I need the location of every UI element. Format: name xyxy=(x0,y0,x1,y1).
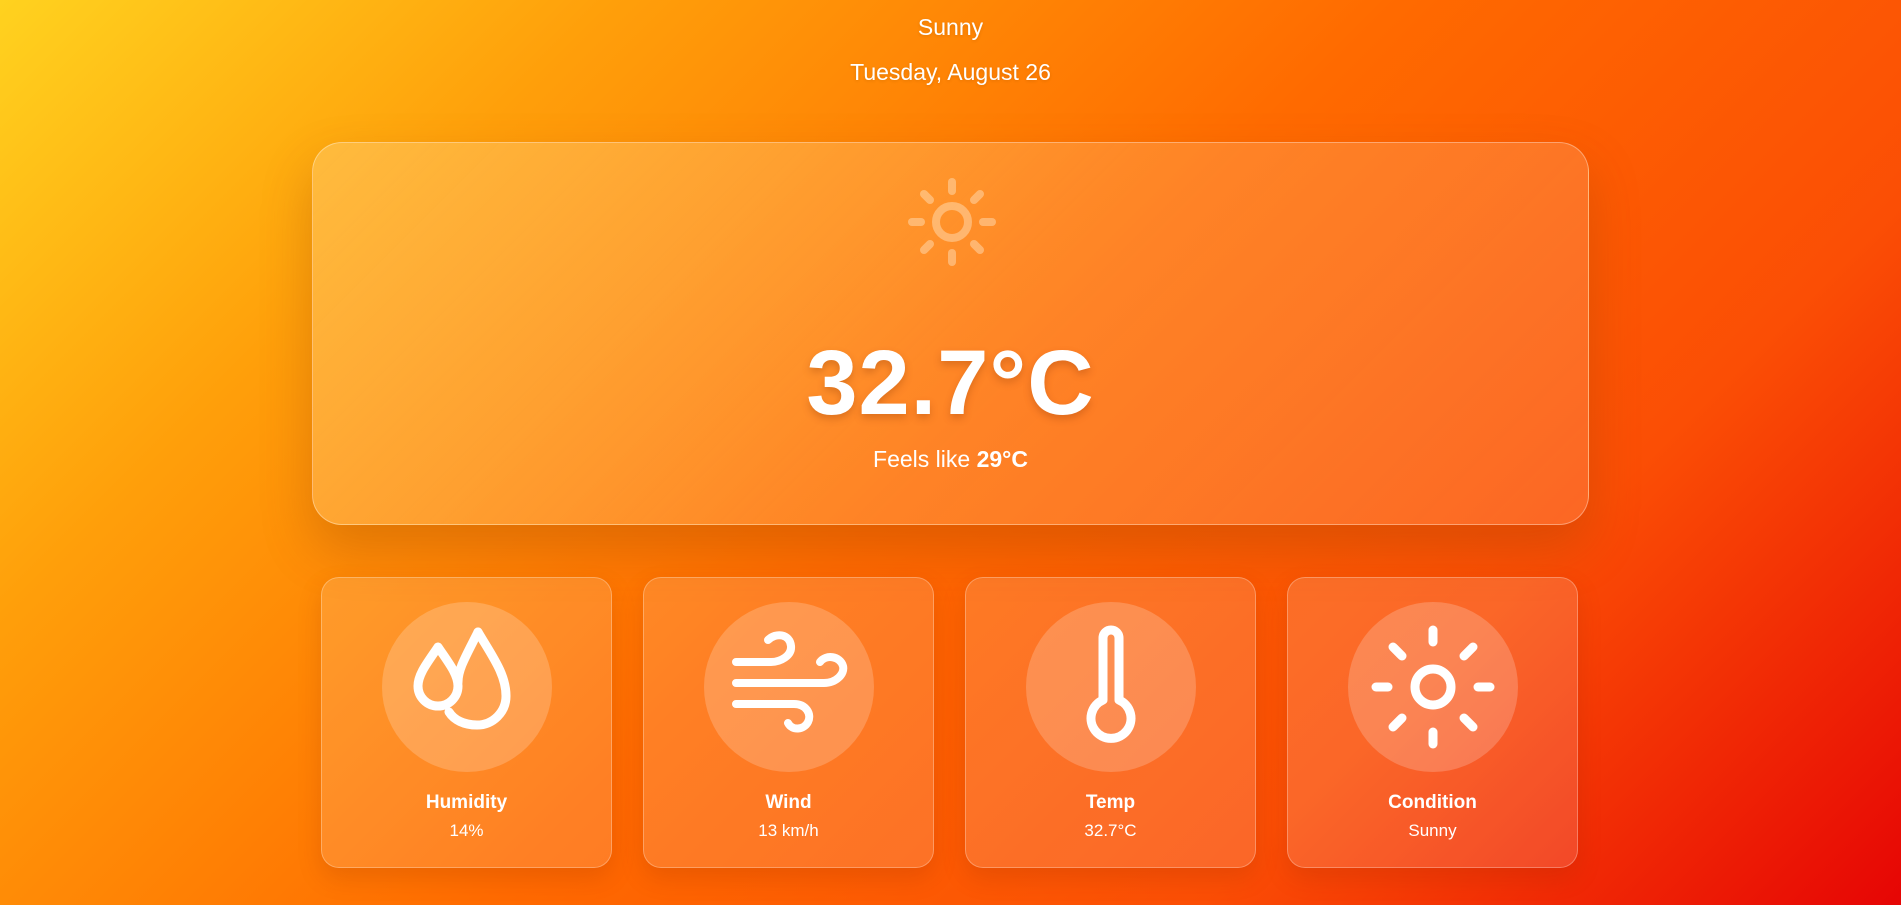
wind-icon xyxy=(732,631,848,733)
humidity-icon xyxy=(413,627,511,730)
stat-value: 14% xyxy=(449,821,484,840)
current-weather-card: 32.7°C Feels like 29°C xyxy=(312,142,1589,525)
stat-value: 13 km/h xyxy=(758,821,819,840)
current-temperature: 32.7°C xyxy=(806,332,1095,434)
stat-label: Wind xyxy=(765,792,812,813)
condition-title: Sunny xyxy=(917,14,984,40)
date-display: Tuesday, August 26 xyxy=(850,59,1051,85)
stat-card-condition: Condition Sunny xyxy=(1287,577,1578,868)
feels-like-label: Feels like xyxy=(873,446,971,472)
stat-card-temp: Temp 32.7°C xyxy=(965,577,1256,868)
feels-like-value: 29°C xyxy=(976,446,1028,472)
stat-value: Sunny xyxy=(1408,821,1457,840)
stat-value: 32.7°C xyxy=(1084,821,1137,840)
stat-label: Humidity xyxy=(425,792,508,813)
stat-label: Temp xyxy=(1085,792,1136,813)
stat-icon-circle xyxy=(1026,602,1196,772)
stat-icon-circle xyxy=(704,602,874,772)
stat-card-wind: Wind 13 km/h xyxy=(643,577,934,868)
stat-icon-circle xyxy=(1348,602,1518,772)
stat-card-humidity: Humidity 14% xyxy=(321,577,612,868)
sun-icon xyxy=(908,178,996,266)
thermometer-icon xyxy=(1086,625,1136,743)
feels-like-text: Feels like 29°C xyxy=(313,446,1588,473)
sun-icon xyxy=(1371,625,1495,749)
stat-icon-circle xyxy=(382,602,552,772)
stats-grid: Humidity 14% Wind 13 km/h Temp 32.7°C Co… xyxy=(321,577,1581,868)
stat-label: Condition xyxy=(1388,792,1477,813)
